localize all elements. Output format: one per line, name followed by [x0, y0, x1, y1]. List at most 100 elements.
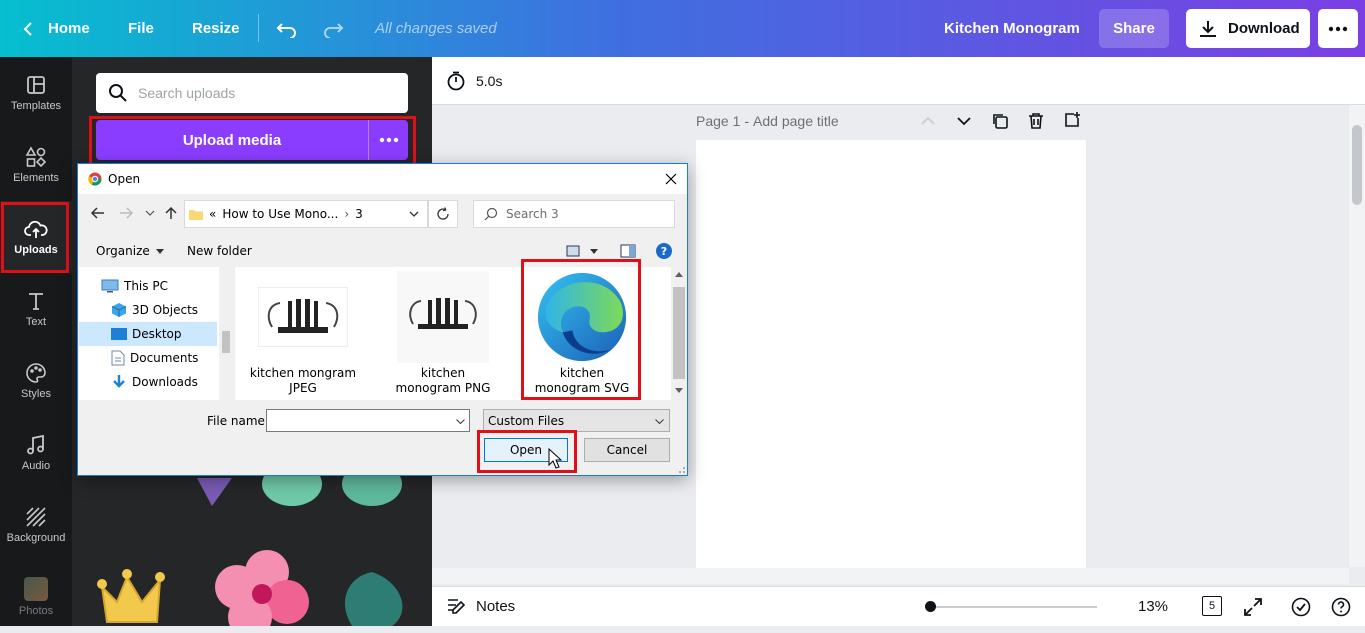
path-segment-current[interactable]: 3: [355, 207, 363, 221]
address-bar[interactable]: « How to Use Mono... › 3: [184, 200, 428, 228]
rail-item-elements[interactable]: Elements: [0, 129, 72, 201]
preview-pane-icon[interactable]: [620, 244, 636, 258]
scrollbar-thumb[interactable]: [673, 287, 685, 379]
timer-icon[interactable]: [446, 71, 466, 91]
help-icon[interactable]: ?: [655, 242, 673, 260]
file-item-jpeg[interactable]: kitchen mongram JPEG: [247, 267, 359, 400]
chevron-up-icon[interactable]: [920, 114, 936, 128]
notes-button[interactable]: Notes: [446, 597, 515, 615]
back-arrow-icon[interactable]: [90, 206, 106, 220]
resize-grip-icon[interactable]: [676, 464, 686, 474]
nav-item-desktop[interactable]: Desktop: [79, 322, 217, 346]
rail-item-photos[interactable]: Photos: [0, 561, 72, 633]
add-page-icon[interactable]: [1063, 111, 1081, 129]
zoom-slider[interactable]: [925, 606, 1097, 608]
save-status: All changes saved: [375, 20, 497, 37]
rail-item-audio[interactable]: Audio: [0, 417, 72, 489]
chevron-down-icon[interactable]: [456, 419, 465, 424]
path-segment-parent[interactable]: How to Use Mono...: [222, 207, 338, 221]
delete-page-icon[interactable]: [1027, 112, 1045, 130]
rail-label: Templates: [10, 100, 62, 112]
up-arrow-icon[interactable]: [164, 206, 178, 220]
file-menu[interactable]: File: [128, 0, 154, 57]
dialog-search-placeholder: Search 3: [506, 207, 559, 221]
view-dropdown-icon[interactable]: [590, 249, 598, 254]
rail-label: Photos: [18, 605, 54, 617]
svg-text:?: ?: [661, 245, 667, 258]
organize-menu[interactable]: Organize: [96, 244, 164, 258]
new-folder-button[interactable]: New folder: [187, 244, 252, 258]
scrollbar-thumb[interactable]: [1352, 125, 1362, 205]
mouse-cursor-icon: [548, 448, 562, 469]
download-button[interactable]: Download: [1186, 9, 1310, 48]
zoom-level[interactable]: 13%: [1138, 598, 1168, 615]
ellipsis-icon: [379, 137, 398, 143]
file-name-input[interactable]: [266, 409, 470, 432]
dialog-command-bar: Organize New folder ?: [78, 236, 687, 266]
share-button[interactable]: Share: [1099, 9, 1169, 48]
undo-button[interactable]: [276, 0, 298, 57]
hibiscus-image: [215, 550, 309, 626]
file-list-scrollbar[interactable]: [671, 267, 687, 400]
scroll-down-icon[interactable]: [675, 388, 683, 393]
recent-locations-chevron-icon[interactable]: [145, 210, 155, 216]
file-type-select[interactable]: Custom Files: [483, 409, 670, 432]
design-page[interactable]: [696, 140, 1086, 580]
kitchen-monogram-jpeg-thumbnail: [258, 287, 348, 347]
view-options-icon[interactable]: [566, 245, 580, 257]
rail-item-text[interactable]: Text: [0, 273, 72, 345]
kitchen-monogram-png-thumbnail: [409, 298, 477, 329]
file-item-svg[interactable]: kitchen monogram SVG: [526, 267, 638, 400]
upload-media-button[interactable]: Upload media: [96, 120, 368, 160]
3d-objects-icon: [111, 303, 127, 317]
folder-icon: [189, 210, 203, 220]
scroll-up-icon[interactable]: [675, 272, 683, 277]
chevron-left-icon: [23, 21, 32, 36]
rail-item-styles[interactable]: Styles: [0, 345, 72, 417]
search-uploads-input[interactable]: Search uploads: [96, 73, 408, 113]
background-pattern-icon: [26, 507, 46, 527]
duration-label[interactable]: 5.0s: [476, 73, 502, 89]
address-dropdown-icon[interactable]: [409, 211, 419, 217]
path-overflow[interactable]: «: [209, 207, 216, 221]
page-title-input[interactable]: Add page title: [753, 113, 839, 129]
horizontal-scrollbar[interactable]: [432, 568, 1349, 584]
fullscreen-icon[interactable]: [1243, 597, 1263, 617]
check-circle-icon[interactable]: [1291, 597, 1311, 617]
chevron-down-icon[interactable]: [956, 114, 972, 128]
photos-icon: [24, 577, 48, 601]
cancel-button[interactable]: Cancel: [584, 438, 670, 462]
edge-browser-icon: [537, 272, 627, 362]
duplicate-page-icon[interactable]: [991, 112, 1009, 130]
file-list: kitchen mongram JPEG kitchen monogram PN…: [235, 267, 687, 400]
nav-label: Downloads: [132, 375, 198, 389]
refresh-button[interactable]: [428, 200, 458, 228]
upload-more-button[interactable]: [368, 120, 408, 160]
file-item-png[interactable]: kitchen monogram PNG: [387, 267, 499, 400]
nav-scrollbar[interactable]: [219, 267, 233, 400]
purple-leaf-image: [197, 478, 232, 506]
help-icon[interactable]: [1331, 597, 1351, 617]
home-button[interactable]: Home: [22, 0, 90, 57]
music-note-icon: [27, 434, 44, 455]
resize-button[interactable]: Resize: [192, 0, 240, 57]
rail-label: Audio: [21, 460, 51, 472]
document-title[interactable]: Kitchen Monogram: [944, 0, 1080, 57]
dialog-search-input[interactable]: Search 3: [473, 200, 675, 228]
scrollbar-thumb[interactable]: [222, 331, 230, 353]
open-file-dialog: Open « How to Use Mono... › 3 Search 3 O…: [77, 163, 688, 476]
redo-button[interactable]: [322, 0, 344, 57]
rail-item-uploads[interactable]: Uploads: [0, 201, 72, 273]
dialog-close-button[interactable]: [661, 169, 681, 189]
zoom-slider-handle[interactable]: [925, 601, 936, 612]
nav-label: 3D Objects: [132, 303, 199, 317]
more-options-button[interactable]: [1318, 9, 1358, 48]
page-count-button[interactable]: 5: [1202, 596, 1222, 616]
rail-item-templates[interactable]: Templates: [0, 57, 72, 129]
chevron-down-icon: [655, 419, 664, 424]
dropdown-arrow-icon: [155, 248, 164, 254]
rail-item-background[interactable]: Background: [0, 489, 72, 561]
ellipsis-icon: [1328, 26, 1348, 31]
file-name: kitchen mongram JPEG: [249, 366, 357, 395]
forward-arrow-icon[interactable]: [118, 206, 134, 220]
